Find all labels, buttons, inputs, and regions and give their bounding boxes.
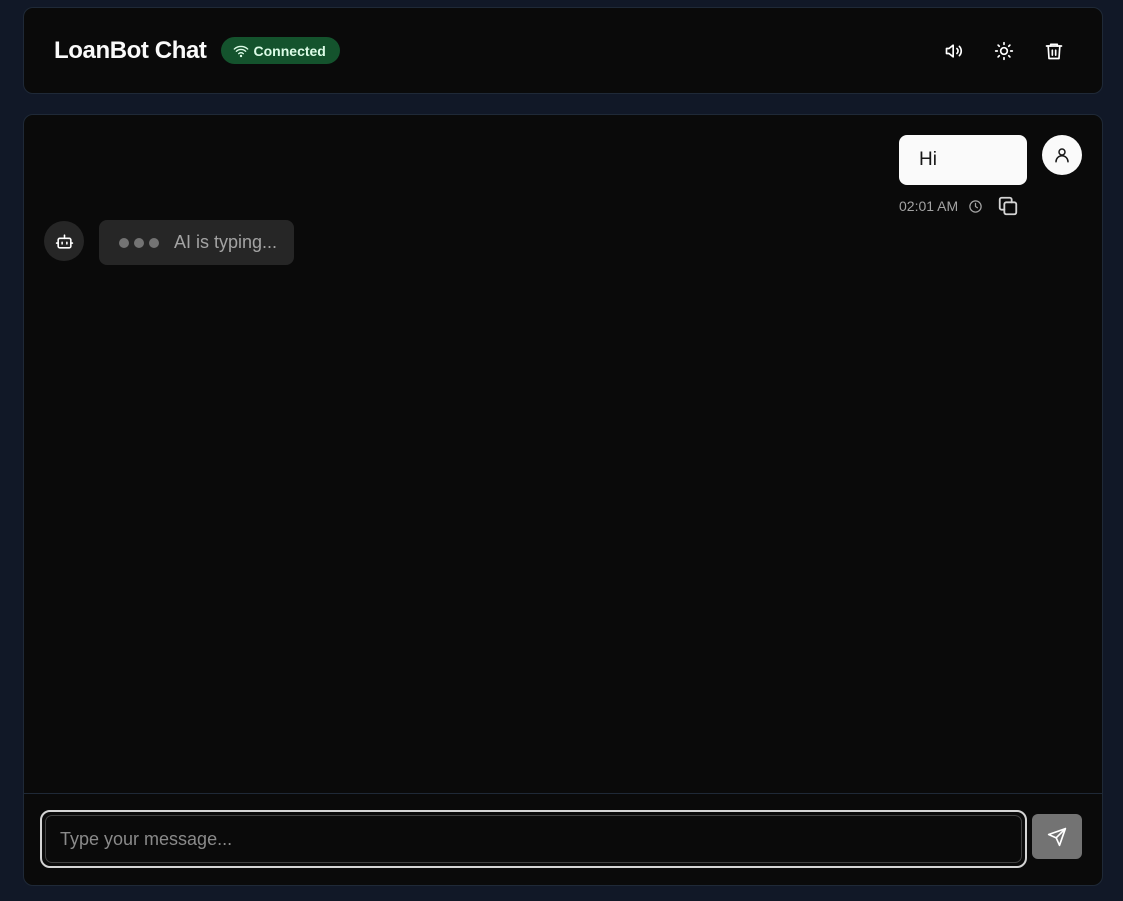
header-actions [934, 31, 1074, 71]
copy-message-button[interactable] [997, 195, 1019, 217]
typing-indicator: AI is typing... [99, 220, 294, 265]
trash-icon [1044, 41, 1064, 61]
message-input-wrapper [40, 810, 1027, 868]
sun-icon [994, 41, 1014, 61]
chat-panel: Hi 02:01 AM AI is typing... Type your me… [23, 114, 1103, 886]
message-input-container [45, 815, 1022, 863]
message-input[interactable] [60, 828, 1021, 850]
app-title: LoanBot Chat [54, 36, 207, 64]
send-button[interactable] [1032, 814, 1082, 859]
message-list[interactable]: Hi 02:01 AM AI is typing... [24, 115, 1102, 793]
clock-icon [968, 199, 983, 214]
bot-icon [55, 232, 74, 251]
typing-dot [119, 237, 129, 248]
send-icon [1047, 827, 1067, 847]
volume-button[interactable] [934, 31, 974, 71]
connection-status-label: Connected [253, 42, 326, 59]
clear-chat-button[interactable] [1034, 31, 1074, 71]
volume-icon [944, 41, 964, 61]
message-timestamp: 02:01 AM [899, 198, 959, 214]
typing-dot [134, 237, 144, 248]
user-icon [1053, 146, 1071, 164]
user-message-bubble: Hi [899, 135, 1027, 185]
theme-toggle-button[interactable] [984, 31, 1024, 71]
copy-icon [998, 196, 1018, 216]
typing-dots [119, 237, 159, 248]
chat-header: LoanBot Chat Connected [23, 7, 1103, 94]
message-composer [24, 793, 1102, 885]
wifi-icon [233, 43, 249, 59]
user-avatar [1042, 135, 1082, 175]
message-meta: 02:01 AM [899, 195, 1019, 217]
bot-avatar [44, 221, 84, 261]
typing-label: AI is typing... [174, 232, 278, 252]
user-message-text: Hi [919, 149, 937, 170]
connection-status-badge: Connected [220, 37, 340, 64]
typing-dot [149, 237, 159, 248]
